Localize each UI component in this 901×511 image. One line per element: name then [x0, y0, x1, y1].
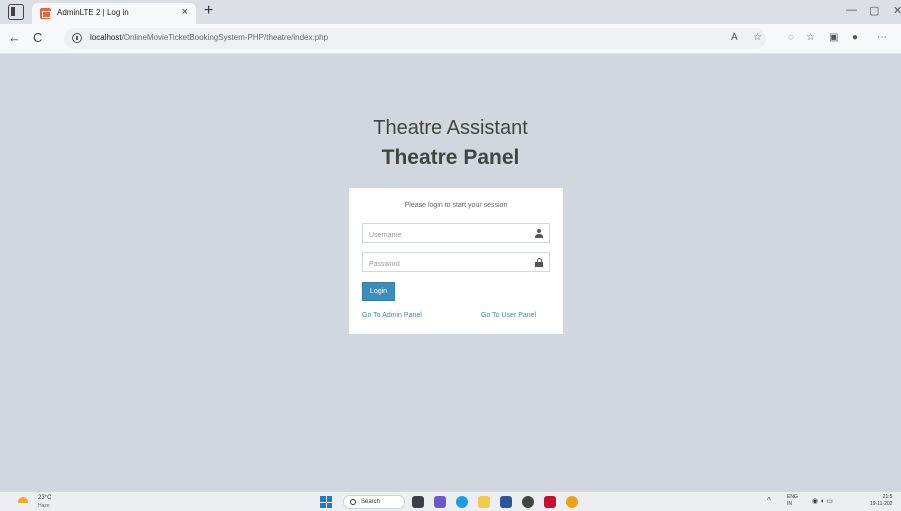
- login-button[interactable]: Login: [362, 282, 395, 301]
- user-icon: [535, 229, 543, 238]
- browser-copilot-icon[interactable]: ◌: [788, 32, 794, 43]
- weather-temperature[interactable]: 23°C: [38, 495, 51, 501]
- tab-actions-icon[interactable]: [8, 4, 24, 20]
- logo-subtitle: Theatre Assistant: [373, 117, 528, 139]
- weather-condition[interactable]: Haze: [38, 503, 50, 509]
- back-button[interactable]: ←: [8, 30, 21, 46]
- tab-title: AdminLTE 2 | Log in: [57, 8, 129, 17]
- username-input[interactable]: [363, 226, 523, 245]
- tray-expand-icon[interactable]: ^: [767, 496, 771, 505]
- file-explorer-icon[interactable]: [478, 496, 490, 508]
- password-field: [362, 252, 550, 274]
- more-options-icon[interactable]: ⋯: [877, 32, 887, 43]
- search-label: Search: [361, 499, 381, 505]
- close-window-icon[interactable]: ✕: [893, 4, 901, 17]
- taskbar-search[interactable]: Search: [343, 495, 405, 509]
- minimize-button[interactable]: —: [846, 4, 857, 16]
- language-code: ENG: [787, 494, 798, 500]
- clock-date: 19-11-202: [870, 501, 893, 507]
- tab-close-button[interactable]: ×: [182, 6, 188, 18]
- profile-icon[interactable]: ●: [852, 32, 858, 43]
- language-region: IN: [787, 501, 792, 507]
- favorites-icon[interactable]: ☆: [806, 32, 815, 43]
- new-tab-button[interactable]: +: [204, 2, 213, 20]
- browser-toolbar: ← C localhost/OnlineMovieTicketBookingSy…: [0, 24, 901, 54]
- collections-icon[interactable]: ▣: [829, 32, 838, 43]
- password-input[interactable]: [363, 255, 523, 274]
- refresh-button[interactable]: C: [33, 30, 42, 46]
- favicon-icon: [40, 8, 51, 19]
- taskbar: 23°C Haze Search ^ ENG IN ◉ ◖ ▭ 21:5 19-11…: [0, 491, 901, 511]
- add-favorite-icon[interactable]: ☆: [753, 32, 762, 43]
- user-panel-link[interactable]: Go To User Panel: [481, 312, 536, 319]
- chrome-icon[interactable]: [566, 496, 578, 508]
- search-icon: [350, 499, 356, 505]
- restore-button[interactable]: ▢: [869, 4, 879, 17]
- login-message: Please login to start your session: [404, 202, 508, 209]
- username-field: [362, 223, 550, 245]
- tray-status-icons[interactable]: ◉ ◖ ▭: [812, 497, 833, 505]
- url-path: /OnlineMovieTicketBookingSystem-PHP/thea…: [121, 33, 329, 42]
- url-host: localhost: [90, 33, 122, 42]
- weather-icon[interactable]: [18, 497, 28, 503]
- edge-browser-icon[interactable]: [456, 496, 468, 508]
- address-url[interactable]: localhost/OnlineMovieTicketBookingSystem…: [90, 33, 328, 42]
- teams-chat-icon[interactable]: [434, 496, 446, 508]
- clock-time: 21:5: [882, 494, 893, 500]
- windows-start-icon[interactable]: [320, 496, 332, 508]
- admin-panel-link[interactable]: Go To Admin Panel: [362, 312, 422, 319]
- address-bar[interactable]: localhost/OnlineMovieTicketBookingSystem…: [64, 28, 766, 49]
- store-icon[interactable]: [500, 496, 512, 508]
- dell-app-icon[interactable]: [522, 496, 534, 508]
- browser-tab-strip: AdminLTE 2 | Log in × + — ▢ ✕: [0, 0, 901, 24]
- lock-icon: [535, 258, 543, 267]
- logo-title: Theatre Panel: [381, 146, 520, 169]
- site-info-icon[interactable]: [72, 33, 82, 43]
- read-aloud-icon[interactable]: A: [731, 32, 738, 43]
- language-indicator[interactable]: ENG IN: [787, 494, 798, 508]
- task-view-icon[interactable]: [412, 496, 424, 508]
- browser-tab[interactable]: AdminLTE 2 | Log in ×: [32, 3, 196, 24]
- clock[interactable]: 21:5 19-11-202: [870, 494, 892, 508]
- login-box: Please login to start your session Login…: [349, 188, 563, 334]
- mcafee-icon[interactable]: [544, 496, 556, 508]
